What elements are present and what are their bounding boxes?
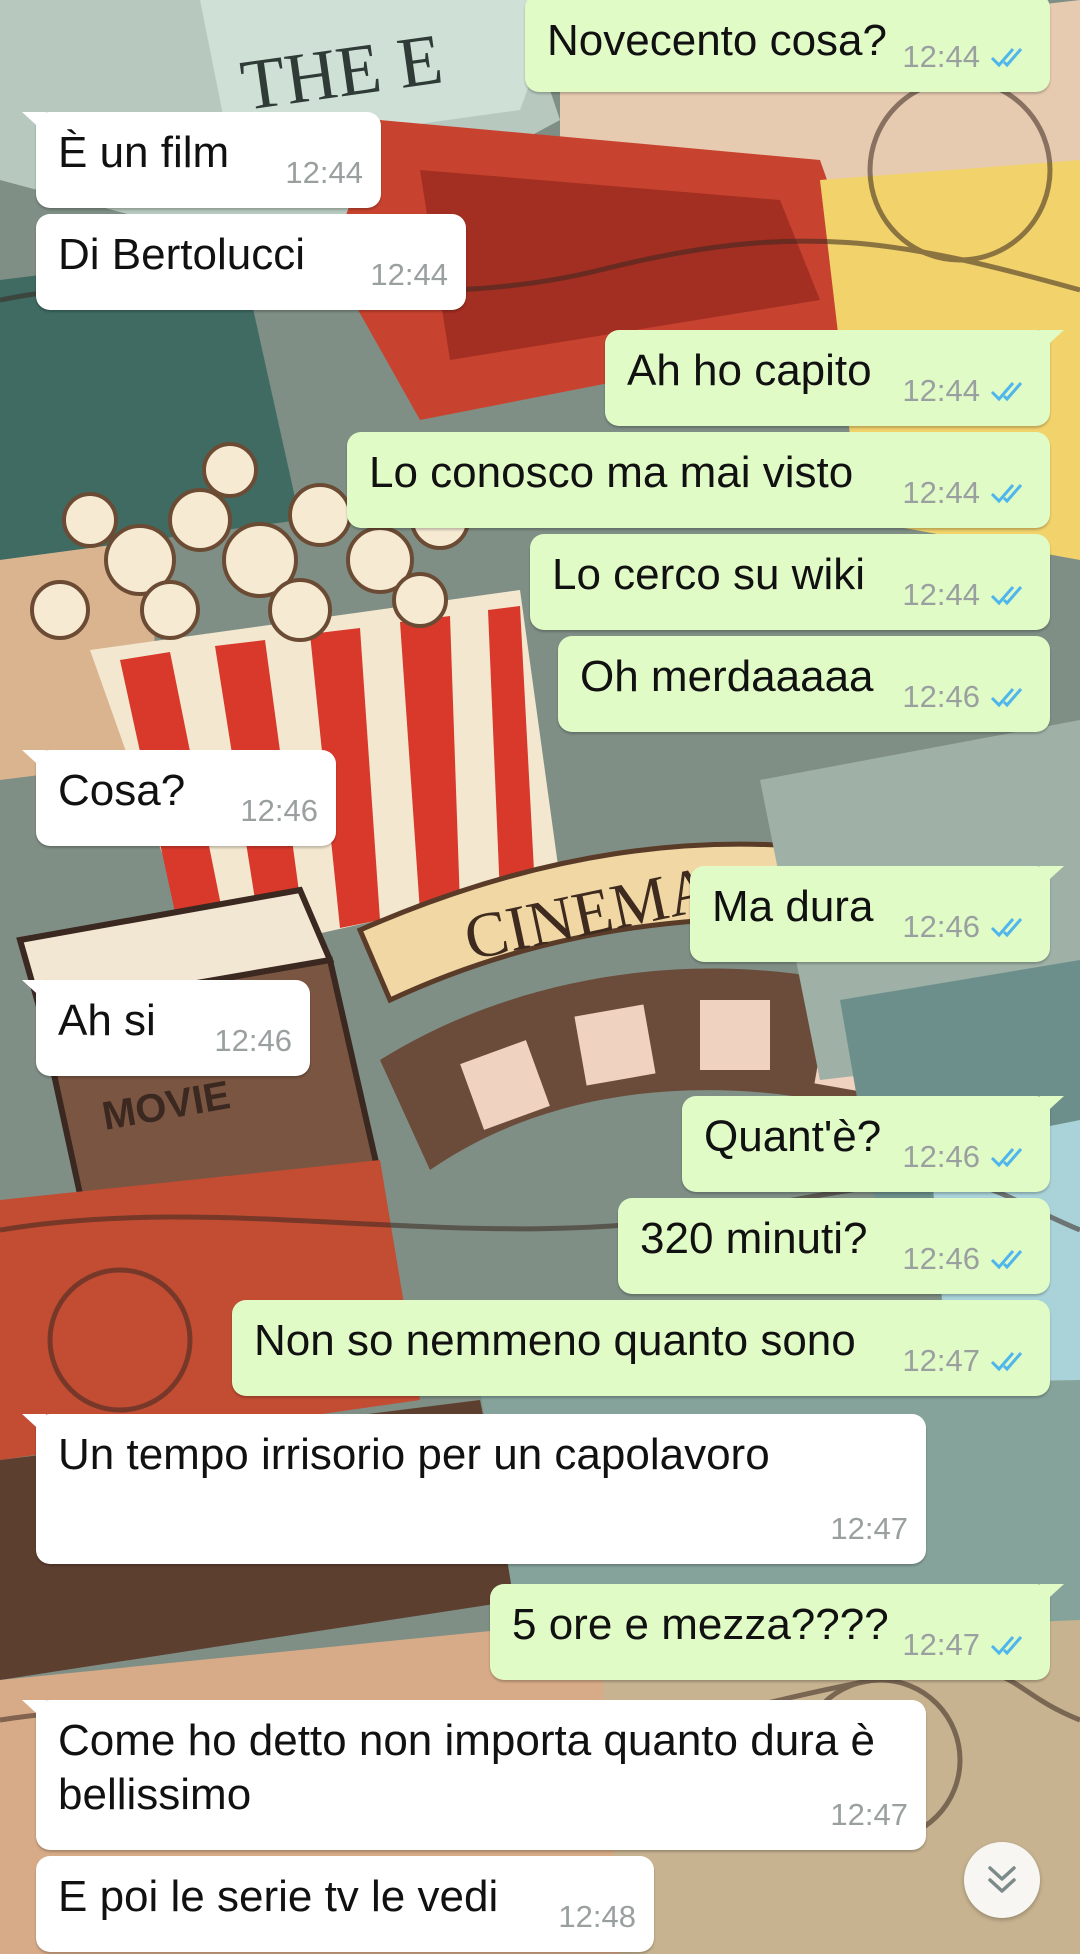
double-check-icon [990,48,1023,68]
bubble-tail [22,1414,46,1436]
bubble-tail [22,1700,46,1722]
outgoing-message[interactable]: Novecento cosa? 12:44 [525,0,1050,92]
message-meta: 12:46 [902,1130,1032,1184]
message-time: 12:46 [902,1241,980,1276]
bubble-tail [1040,330,1064,352]
message-meta: 12:44 [902,568,1032,622]
message-text: 5 ore e mezza???? [512,1600,889,1649]
message-text: Non so nemmeno quanto sono [254,1316,856,1365]
bubble-tail [1040,1584,1064,1606]
message-meta: 12:47 [902,1334,1032,1388]
message-time: 12:44 [902,475,980,510]
message-text: Novecento cosa? [547,16,887,65]
bubble-tail [1040,866,1064,888]
outgoing-message[interactable]: Quant'è? 12:46 [682,1096,1064,1192]
message-text: Di Bertolucci [58,230,305,279]
message-meta: 12:46 [902,670,1032,724]
message-text: Lo conosco ma mai visto [369,448,854,497]
double-check-icon [990,586,1023,606]
double-check-icon [990,382,1023,402]
outgoing-message[interactable]: 320 minuti? 12:46 [618,1198,1050,1294]
bubble-tail [22,112,46,134]
incoming-message[interactable]: Ah si 12:46 [22,980,310,1076]
message-time: 12:47 [830,1511,908,1546]
outgoing-message[interactable]: Ma dura 12:46 [690,866,1064,962]
outgoing-message[interactable]: Ah ho capito 12:44 [605,330,1064,426]
message-text: Un tempo irrisorio per un capolavoro [58,1430,770,1479]
outgoing-message[interactable]: Lo conosco ma mai visto 12:44 [347,432,1050,528]
double-check-icon [990,1352,1023,1372]
message-time: 12:44 [902,577,980,612]
bubble-tail [22,750,46,772]
message-time: 12:46 [214,1023,292,1058]
message-text: Ah si [58,996,156,1045]
message-time: 12:47 [902,1343,980,1378]
message-time: 12:47 [902,1627,980,1662]
incoming-message[interactable]: È un film 12:44 [22,112,381,208]
double-check-icon [990,1636,1023,1656]
message-text: 320 minuti? [640,1214,868,1263]
message-time: 12:44 [285,155,363,190]
incoming-message[interactable]: Cosa? 12:46 [22,750,336,846]
bubble-tail [22,980,46,1002]
message-time: 12:46 [902,909,980,944]
message-meta: 12:47 [902,1618,1032,1672]
double-check-icon [990,484,1023,504]
message-time: 12:44 [902,39,980,74]
incoming-message[interactable]: Come ho detto non importa quanto dura è … [22,1700,926,1850]
message-text: Come ho detto non importa quanto dura è … [58,1716,875,1819]
double-check-icon [990,1148,1023,1168]
double-check-icon [990,1250,1023,1270]
incoming-message[interactable]: E poi le serie tv le vedi 12:48 [36,1856,654,1952]
message-time: 12:46 [902,679,980,714]
message-time: 12:47 [830,1797,908,1832]
message-meta: 12:44 [902,364,1032,418]
message-text: Ma dura [712,882,874,931]
outgoing-message[interactable]: Lo cerco su wiki 12:44 [530,534,1050,630]
message-meta: 12:46 [902,1232,1032,1286]
message-meta: 12:44 [902,466,1032,520]
outgoing-message[interactable]: 5 ore e mezza???? 12:47 [490,1584,1064,1680]
message-time: 12:44 [370,257,448,292]
message-text: È un film [58,128,230,177]
message-text: E poi le serie tv le vedi [58,1872,499,1921]
message-time: 12:48 [558,1899,636,1934]
outgoing-message[interactable]: Non so nemmeno quanto sono 12:47 [232,1300,1050,1396]
message-text: Ah ho capito [627,346,872,395]
message-text: Cosa? [58,766,186,815]
double-check-icon [990,918,1023,938]
scroll-to-bottom-button[interactable] [964,1842,1040,1918]
message-meta: 12:44 [902,30,1032,84]
message-time: 12:44 [902,373,980,408]
message-text: Oh merdaaaaa [580,652,874,701]
incoming-message[interactable]: Di Bertolucci 12:44 [36,214,466,310]
message-text: Lo cerco su wiki [552,550,866,599]
message-meta: 12:46 [902,900,1032,954]
incoming-message[interactable]: Un tempo irrisorio per un capolavoro 12:… [22,1414,926,1564]
double-check-icon [990,688,1023,708]
bubble-tail [1040,1096,1064,1118]
message-time: 12:46 [902,1139,980,1174]
double-chevron-down-icon [988,1866,1016,1893]
message-text: Quant'è? [704,1112,882,1161]
message-time: 12:46 [240,793,318,828]
outgoing-message[interactable]: Oh merdaaaaa 12:46 [558,636,1050,732]
